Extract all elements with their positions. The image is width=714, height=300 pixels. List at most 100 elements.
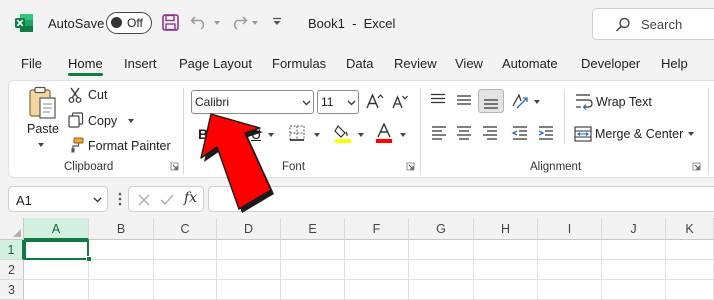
insert-function-button[interactable]: fx — [184, 190, 197, 206]
cell[interactable] — [89, 260, 154, 280]
font-color-icon[interactable] — [376, 122, 392, 143]
font-launcher-icon[interactable] — [406, 162, 415, 171]
tab-insert[interactable]: Insert — [124, 56, 157, 71]
column-header-f[interactable]: F — [345, 218, 409, 240]
orientation-dropdown-icon[interactable] — [534, 100, 540, 104]
borders-dropdown-icon[interactable] — [314, 133, 320, 137]
cell[interactable] — [345, 260, 409, 280]
cell[interactable] — [474, 240, 538, 260]
align-middle-icon[interactable] — [456, 93, 472, 107]
copy-label[interactable]: Copy — [88, 114, 117, 128]
row-header-2[interactable]: 2 — [0, 260, 24, 280]
tab-home[interactable]: Home — [68, 56, 103, 71]
cell[interactable] — [217, 280, 281, 300]
cell[interactable] — [409, 260, 474, 280]
align-right-icon[interactable] — [482, 126, 498, 140]
column-header-d[interactable]: D — [217, 218, 281, 240]
column-header-a[interactable]: A — [24, 218, 89, 240]
name-box-chevron-icon[interactable] — [93, 197, 102, 203]
column-header-k[interactable]: K — [666, 218, 714, 240]
cell[interactable] — [538, 260, 602, 280]
column-header-g[interactable]: G — [409, 218, 474, 240]
font-size-combo[interactable]: 11 — [317, 90, 359, 114]
cell[interactable] — [281, 280, 345, 300]
cell[interactable] — [281, 260, 345, 280]
cell[interactable] — [409, 240, 474, 260]
column-header-b[interactable]: B — [89, 218, 154, 240]
autosave-toggle[interactable]: Off — [106, 12, 152, 34]
clipboard-launcher-icon[interactable] — [170, 162, 179, 171]
cell[interactable] — [602, 280, 666, 300]
tab-formulas[interactable]: Formulas — [272, 56, 326, 71]
align-left-icon[interactable] — [431, 126, 447, 140]
save-icon[interactable] — [162, 14, 179, 31]
row-header-1[interactable]: 1 — [0, 240, 24, 260]
cut-label[interactable]: Cut — [88, 88, 107, 102]
font-size-chevron-icon[interactable] — [347, 100, 356, 106]
active-cell[interactable] — [24, 240, 89, 260]
cell[interactable] — [474, 280, 538, 300]
tab-help[interactable]: Help — [661, 56, 688, 71]
merge-center-icon[interactable] — [574, 126, 592, 142]
enter-icon[interactable] — [160, 194, 174, 206]
formula-input[interactable] — [208, 186, 714, 212]
format-painter-icon[interactable] — [68, 137, 84, 153]
cell[interactable] — [24, 260, 89, 280]
tab-review[interactable]: Review — [394, 56, 437, 71]
cell[interactable] — [217, 240, 281, 260]
paste-dropdown-icon[interactable] — [38, 143, 44, 147]
font-color-dropdown-icon[interactable] — [400, 133, 406, 137]
tab-developer[interactable]: Developer — [581, 56, 640, 71]
cell[interactable] — [154, 280, 217, 300]
alignment-launcher-icon[interactable] — [692, 162, 701, 171]
cell[interactable] — [666, 260, 714, 280]
cell[interactable] — [602, 260, 666, 280]
paste-icon[interactable] — [28, 86, 58, 120]
cell[interactable] — [281, 240, 345, 260]
increase-indent-icon[interactable] — [538, 126, 554, 140]
column-header-e[interactable]: E — [281, 218, 345, 240]
merge-center-dropdown-icon[interactable] — [688, 132, 694, 136]
more-options-icon[interactable] — [118, 192, 122, 206]
undo-dropdown-icon[interactable] — [214, 21, 220, 25]
customize-toolbar-icon[interactable] — [272, 17, 282, 27]
column-header-j[interactable]: J — [602, 218, 666, 240]
increase-font-size-icon[interactable] — [366, 92, 384, 110]
format-painter-label[interactable]: Format Painter — [88, 139, 171, 153]
tab-page-layout[interactable]: Page Layout — [179, 56, 252, 71]
cell[interactable] — [154, 240, 217, 260]
font-name-chevron-icon[interactable] — [302, 100, 311, 106]
fill-handle[interactable] — [86, 256, 92, 262]
row-header-3[interactable]: 3 — [0, 280, 24, 300]
undo-icon[interactable] — [190, 14, 210, 30]
cancel-icon[interactable] — [138, 194, 150, 206]
copy-icon[interactable] — [68, 112, 84, 128]
column-header-i[interactable]: I — [538, 218, 602, 240]
cell[interactable] — [345, 240, 409, 260]
cell[interactable] — [538, 240, 602, 260]
paste-label[interactable]: Paste — [27, 122, 59, 136]
cell[interactable] — [409, 280, 474, 300]
borders-icon[interactable] — [289, 125, 305, 141]
align-bottom-icon[interactable] — [478, 89, 504, 113]
tab-data[interactable]: Data — [346, 56, 373, 71]
cell[interactable] — [89, 280, 154, 300]
copy-dropdown-icon[interactable] — [128, 119, 134, 123]
cell[interactable] — [217, 260, 281, 280]
cell[interactable] — [154, 260, 217, 280]
fill-color-icon[interactable] — [334, 123, 352, 143]
cell[interactable] — [24, 280, 89, 300]
select-all-button[interactable] — [0, 218, 24, 240]
wrap-text-icon[interactable] — [575, 93, 593, 110]
cut-icon[interactable] — [68, 87, 82, 103]
cell[interactable] — [666, 280, 714, 300]
cell[interactable] — [474, 260, 538, 280]
tab-automate[interactable]: Automate — [502, 56, 558, 71]
font-name-combo[interactable]: Calibri — [191, 90, 314, 114]
cell[interactable] — [89, 240, 154, 260]
tab-view[interactable]: View — [455, 56, 483, 71]
decrease-indent-icon[interactable] — [511, 126, 528, 140]
name-box[interactable]: A1 — [8, 186, 108, 212]
tab-file[interactable]: File — [21, 56, 42, 71]
cell[interactable] — [666, 240, 714, 260]
